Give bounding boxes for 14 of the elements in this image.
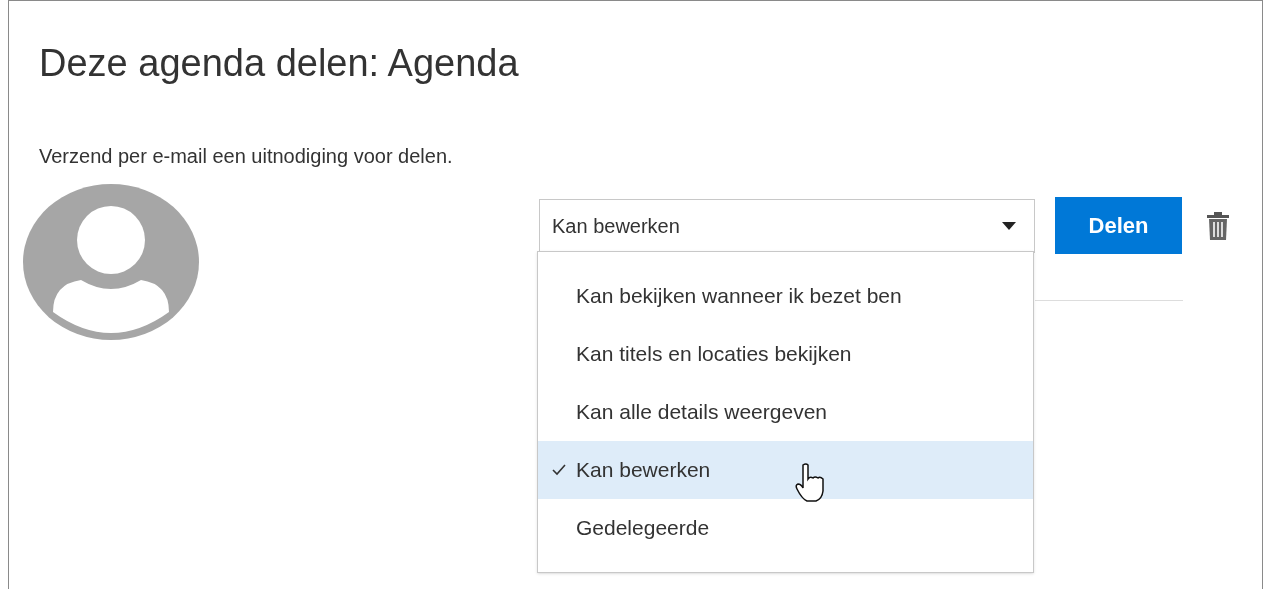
- check-icon: [552, 464, 566, 476]
- permission-option[interactable]: Kan titels en locaties bekijken: [538, 325, 1033, 383]
- instruction-text: Verzend per e-mail een uitnodiging voor delen.: [39, 144, 454, 169]
- permission-option[interactable]: Kan alle details weergeven: [538, 383, 1033, 441]
- dialog-title: Deze agenda delen: Agenda: [39, 41, 520, 86]
- avatar-icon: [23, 184, 199, 340]
- permission-option[interactable]: Kan bewerken: [538, 441, 1033, 499]
- permission-option[interactable]: Kan bekijken wanneer ik bezet ben: [538, 267, 1033, 325]
- hand-cursor-icon: [794, 463, 826, 503]
- share-button[interactable]: Delen: [1055, 197, 1182, 254]
- permission-option[interactable]: Gedelegeerde: [538, 499, 1033, 557]
- caret-icon: [1002, 221, 1016, 230]
- trash-icon[interactable]: [1207, 211, 1229, 240]
- permission-dropdown[interactable]: Kan bewerken: [539, 198, 1035, 253]
